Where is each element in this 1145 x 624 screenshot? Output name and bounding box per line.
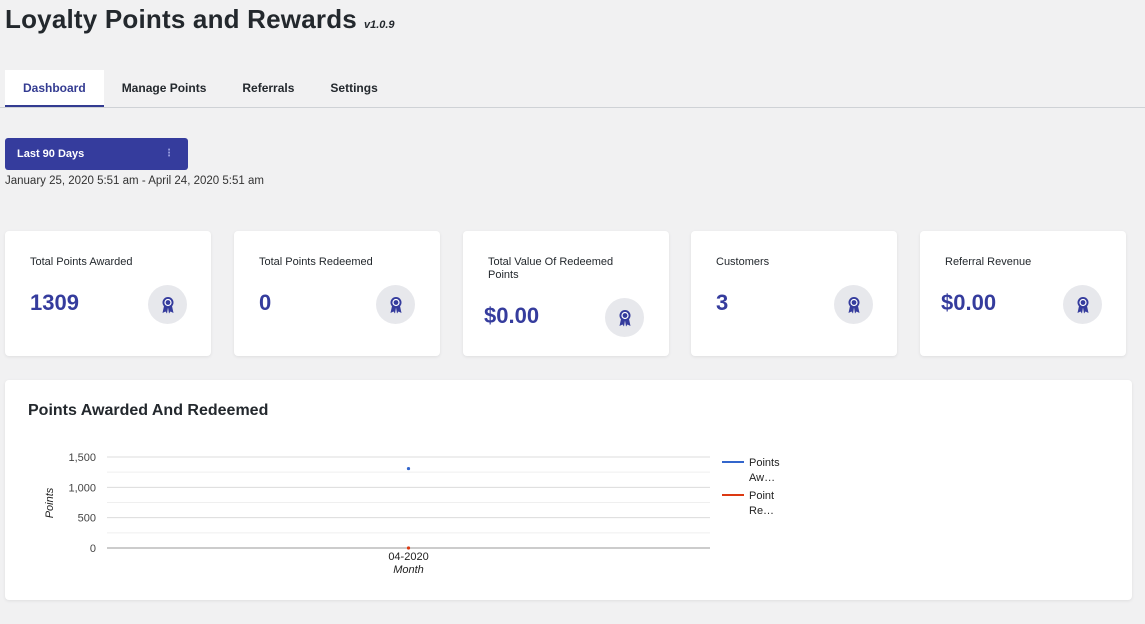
stat-label: Total Points Awarded: [30, 256, 133, 268]
award-ribbon-icon: [1063, 285, 1102, 324]
page-title: Loyalty Points and Rewards: [5, 4, 357, 34]
award-ribbon-icon: [376, 285, 415, 324]
tab-referrals[interactable]: Referrals: [224, 70, 312, 107]
points-chart-panel: Points Awarded And Redeemed 0 500 1,000 1,5…: [5, 380, 1132, 600]
y-axis-label: Points: [44, 487, 56, 518]
tab-bar: Dashboard Manage Points Referrals Settin…: [5, 70, 396, 107]
y-tick-label: 500: [78, 513, 96, 525]
stat-label: Referral Revenue: [945, 256, 1032, 268]
date-range-text: January 25, 2020 5:51 am - April 24, 202…: [5, 175, 264, 187]
stat-card-customers: Customers 3: [691, 231, 897, 356]
data-point-redeemed: [406, 546, 411, 550]
tab-dashboard[interactable]: Dashboard: [5, 70, 104, 107]
y-tick-label: 1,500: [68, 452, 96, 464]
stat-card-total-value-redeemed: Total Value Of Redeemed Points $0.00: [463, 231, 669, 356]
legend-label-line: Point: [749, 490, 774, 502]
legend-label-line: Aw…: [749, 472, 775, 484]
date-range-select-label: Last 90 Days: [17, 148, 85, 160]
stat-card-total-points-redeemed: Total Points Redeemed 0: [234, 231, 440, 356]
x-tick-label: 04-2020: [388, 551, 428, 563]
stat-value: 3: [716, 290, 729, 315]
points-line-chart: 0 500 1,000 1,500 Points 04-2020Month Points Aw…: [44, 452, 780, 576]
select-handle-icon: ⋮: [164, 148, 174, 159]
tabs-divider: [0, 107, 1145, 108]
award-ribbon-icon: [605, 298, 644, 337]
tab-settings[interactable]: Settings: [312, 70, 395, 107]
award-ribbon-icon: [834, 285, 873, 324]
x-axis-label: Month: [393, 564, 424, 576]
stat-value: 0: [259, 290, 272, 315]
y-tick-label: 0: [90, 543, 96, 555]
stat-card-total-points-awarded: Total Points Awarded 1309: [5, 231, 211, 356]
stat-value: 1309: [30, 290, 79, 315]
stat-card-referral-revenue: Referral Revenue $0.00: [920, 231, 1126, 356]
stat-value: $0.00: [484, 303, 540, 328]
data-point-awarded: [406, 466, 411, 471]
stat-label: Total Points Redeemed: [259, 256, 373, 268]
legend-label-line: Re…: [749, 505, 774, 517]
page-header: Loyalty Points and Rewards v1.0.9: [5, 4, 395, 35]
tab-manage-points[interactable]: Manage Points: [104, 70, 225, 107]
stat-label: Total Value Of Redeemed Points: [488, 256, 614, 281]
y-tick-label: 1,000: [68, 482, 96, 494]
date-range-select[interactable]: Last 90 Days ⋮: [5, 138, 188, 170]
version-label: v1.0.9: [363, 19, 395, 31]
stat-value: $0.00: [941, 290, 997, 315]
award-ribbon-icon: [148, 285, 187, 324]
stat-label: Customers: [716, 256, 770, 268]
legend-label-line: Points: [749, 457, 780, 469]
